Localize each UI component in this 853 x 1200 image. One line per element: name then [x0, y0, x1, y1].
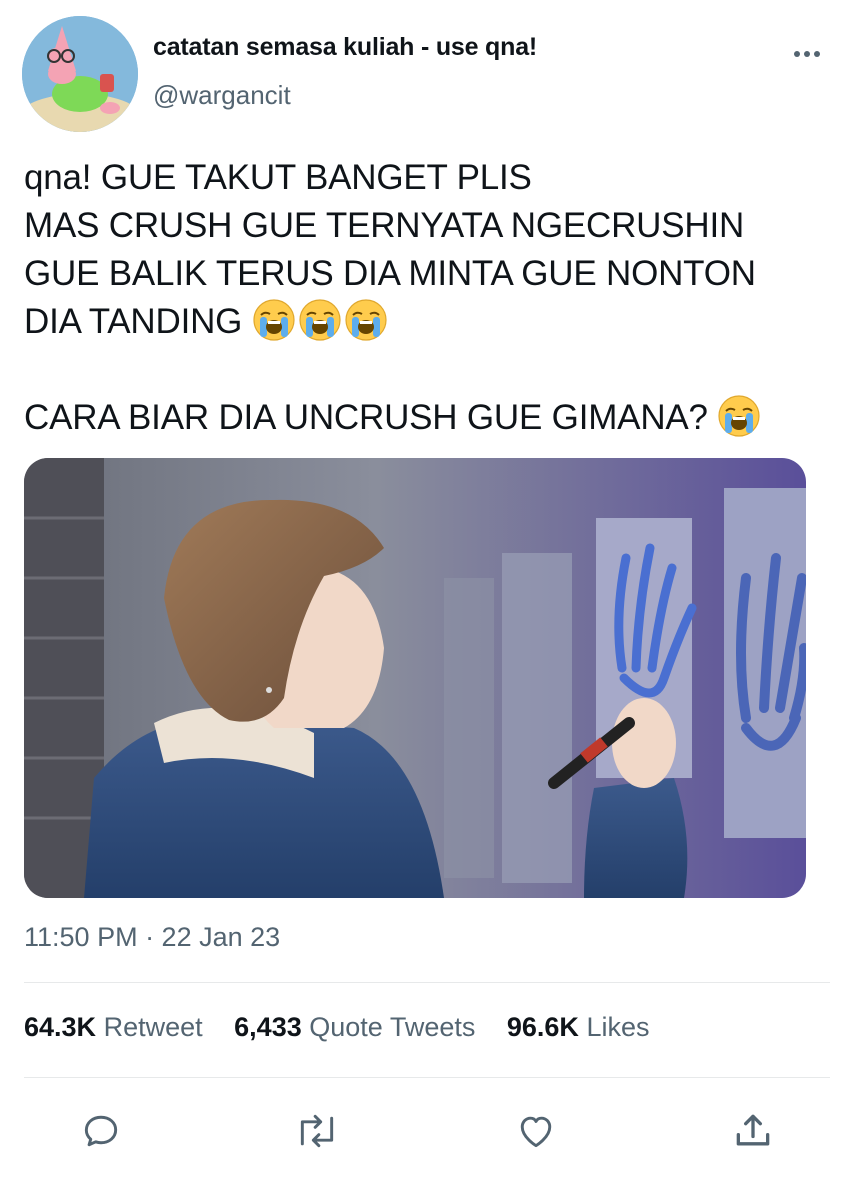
- tweet-line-with-emoji: CARA BIAR DIA UNCRUSH GUE GIMANA?: [24, 394, 834, 442]
- user-handle[interactable]: @wargancit: [153, 80, 291, 111]
- retweet-stat[interactable]: 64.3K Retweet: [24, 1012, 203, 1042]
- more-options-button[interactable]: [790, 42, 824, 66]
- reply-icon: [84, 1115, 118, 1147]
- like-stat[interactable]: 96.6K Likes: [507, 1012, 650, 1042]
- tweet-line: MAS CRUSH GUE TERNYATA NGECRUSHIN: [24, 206, 745, 245]
- divider: [24, 1077, 830, 1078]
- more-horizontal-icon: [794, 51, 800, 57]
- tweet-line-with-emoji: DIA TANDING: [24, 298, 834, 346]
- tweet-stats: 64.3K Retweet 6,433 Quote Tweets 96.6K L…: [24, 1012, 673, 1043]
- retweet-button[interactable]: [293, 1107, 341, 1155]
- more-dot: [814, 51, 820, 57]
- retweet-icon: [300, 1114, 334, 1148]
- tweet-photo[interactable]: [24, 458, 806, 898]
- like-count: 96.6K: [506, 1012, 579, 1042]
- heart-icon: [520, 1116, 552, 1148]
- retweet-count: 64.3K: [24, 1012, 97, 1042]
- share-button[interactable]: [729, 1107, 777, 1155]
- loudly-crying-face-icon: [252, 299, 295, 341]
- like-button[interactable]: [512, 1107, 560, 1155]
- loudly-crying-face-icon: [344, 299, 387, 341]
- tweet-line: GUE BALIK TERUS DIA MINTA GUE NONTON: [24, 254, 756, 293]
- more-dot: [804, 51, 810, 57]
- divider: [24, 982, 830, 983]
- tweet-text: qna! GUE TAKUT BANGET PLIS MAS CRUSH GUE…: [24, 154, 834, 442]
- tweet-line: qna! GUE TAKUT BANGET PLIS: [24, 158, 532, 197]
- loudly-crying-face-icon: [298, 299, 341, 341]
- tweet-timestamp[interactable]: 11:50 PM · 22 Jan 23: [24, 922, 280, 953]
- display-name[interactable]: catatan semasa kuliah - use qna!: [153, 33, 537, 62]
- avatar[interactable]: [22, 16, 138, 132]
- retweet-label: Retweet: [103, 1012, 203, 1042]
- quote-label: Quote Tweets: [309, 1012, 476, 1042]
- quote-count: 6,433: [234, 1012, 302, 1042]
- quote-stat[interactable]: 6,433 Quote Tweets: [234, 1012, 475, 1042]
- tweet-line: CARA BIAR DIA UNCRUSH GUE GIMANA?: [24, 398, 708, 437]
- share-icon: [736, 1114, 770, 1146]
- like-label: Likes: [586, 1012, 650, 1042]
- tweet-line: DIA TANDING: [24, 302, 243, 341]
- reply-button[interactable]: [77, 1107, 125, 1155]
- loudly-crying-face-icon: [718, 395, 761, 437]
